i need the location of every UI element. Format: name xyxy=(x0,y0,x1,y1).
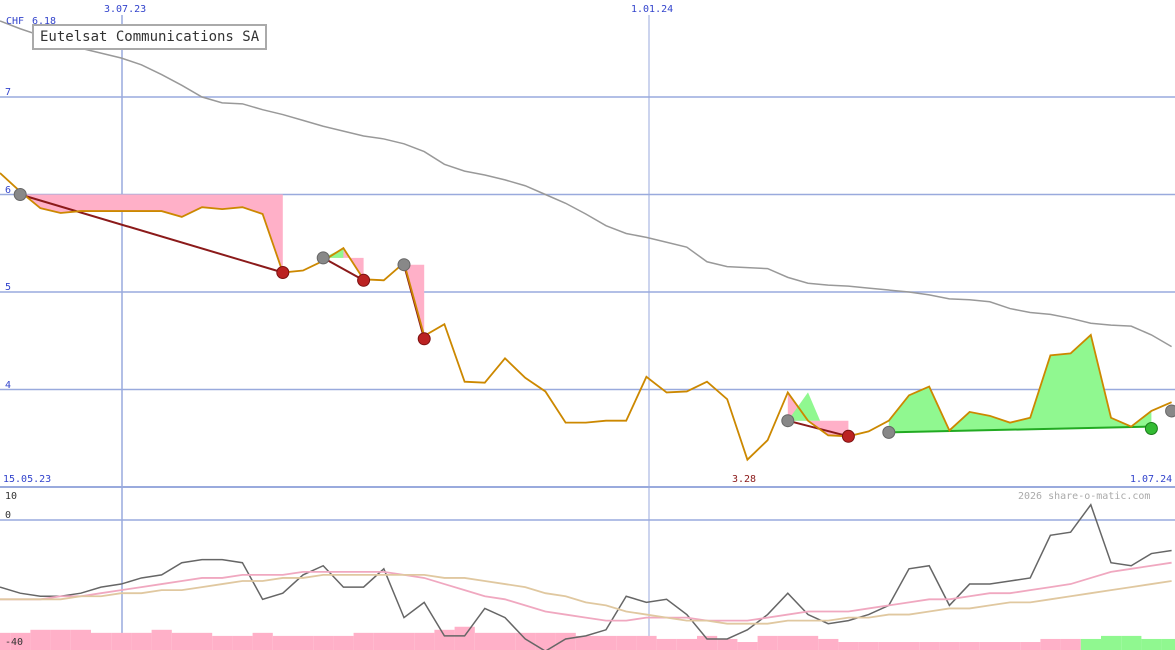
osc-bar-52 xyxy=(1040,638,1061,650)
osc-bar-47 xyxy=(939,642,960,650)
osc-bar-40 xyxy=(798,635,819,650)
osc-bar-24 xyxy=(474,632,495,650)
x-end-label: 1.07.24 xyxy=(1130,474,1172,485)
osc-bar-6 xyxy=(111,632,132,650)
osc-bar-3 xyxy=(50,629,71,650)
osc-bar-56 xyxy=(1121,635,1142,650)
signal-marker-10 xyxy=(1165,404,1175,418)
series-line-moving-average xyxy=(0,20,1172,348)
osc-bar-42 xyxy=(838,642,859,650)
signal-marker-7 xyxy=(841,429,855,443)
low-value-label: 3.28 xyxy=(732,474,756,485)
osc-bar-57 xyxy=(1141,638,1162,650)
price-chart: CHF 6.18 3.07.23 1.01.24 15.05.23 1.07.2… xyxy=(0,4,1175,650)
y-tick-6: 6 xyxy=(5,185,11,196)
osc-bar-48 xyxy=(959,642,980,650)
osc-bar-43 xyxy=(858,642,879,650)
osc-bar-49 xyxy=(979,642,1000,650)
loss-area-1 xyxy=(323,248,364,280)
oscillator-panel xyxy=(0,503,1175,650)
osc-bar-41 xyxy=(818,638,839,650)
osc-bar-14 xyxy=(272,635,293,650)
osc-bar-10 xyxy=(192,632,213,650)
osc-bar-25 xyxy=(495,632,516,650)
osc-bar-15 xyxy=(293,635,314,650)
chart-title: Eutelsat Communications SA xyxy=(32,24,268,50)
osc-bar-34 xyxy=(676,638,697,650)
osc-bar-2 xyxy=(30,629,51,650)
signal-marker-0 xyxy=(13,188,27,201)
osc-bar-50 xyxy=(1000,642,1021,650)
series-lines xyxy=(0,20,1172,462)
osc-bar-8 xyxy=(151,629,172,650)
osc-bar-12 xyxy=(232,635,253,650)
osc-bar-17 xyxy=(333,635,354,650)
osc-tick-0: 0 xyxy=(5,510,11,521)
grid xyxy=(0,15,1175,650)
signal-fills xyxy=(20,191,1152,437)
osc-bar-54 xyxy=(1080,638,1101,650)
osc-tick-minus-40: -40 xyxy=(5,637,23,648)
signal-marker-8 xyxy=(882,425,896,439)
osc-bar-44 xyxy=(878,642,899,650)
osc-bar-23 xyxy=(454,626,475,650)
osc-bar-36 xyxy=(717,638,738,650)
osc-bar-18 xyxy=(353,632,374,650)
osc-bar-9 xyxy=(171,632,192,650)
signal-marker-6 xyxy=(781,414,795,428)
signal-marker-2 xyxy=(316,251,330,265)
osc-bar-19 xyxy=(373,632,394,650)
signal-marker-4 xyxy=(397,258,411,272)
osc-bar-26 xyxy=(515,632,536,650)
osc-bar-33 xyxy=(656,638,677,650)
osc-bar-31 xyxy=(616,635,637,650)
osc-bar-4 xyxy=(70,629,91,650)
signal-marker-9 xyxy=(1144,422,1158,435)
osc-bar-58 xyxy=(1161,638,1175,650)
signal-markers xyxy=(13,188,1175,443)
osc-bar-21 xyxy=(414,632,435,650)
osc-line-0 xyxy=(0,503,1172,650)
osc-bar-20 xyxy=(394,632,415,650)
osc-bar-53 xyxy=(1060,638,1081,650)
osc-bar-11 xyxy=(212,635,233,650)
osc-bar-32 xyxy=(636,635,657,650)
osc-bar-45 xyxy=(899,642,920,650)
osc-bar-51 xyxy=(1020,642,1041,650)
osc-bar-13 xyxy=(252,632,273,650)
y-tick-7: 7 xyxy=(5,87,11,98)
osc-bar-38 xyxy=(757,635,778,650)
osc-bar-39 xyxy=(777,635,798,650)
y-tick-5: 5 xyxy=(5,282,11,293)
currency-label: CHF xyxy=(6,16,24,27)
copyright-label: 2026 share-o-matic.com xyxy=(1018,491,1150,502)
x-tick-top-2: 1.01.24 xyxy=(631,4,673,15)
osc-bar-46 xyxy=(919,642,940,650)
y-tick-4: 4 xyxy=(5,380,11,391)
signal-marker-5 xyxy=(417,332,431,346)
osc-line-1 xyxy=(0,561,1172,622)
osc-bar-37 xyxy=(737,642,758,650)
osc-bar-55 xyxy=(1101,635,1122,650)
signal-marker-1 xyxy=(276,266,290,279)
osc-bar-5 xyxy=(91,632,112,650)
osc-bar-22 xyxy=(434,629,455,650)
osc-bar-16 xyxy=(313,635,334,650)
osc-bar-29 xyxy=(575,635,596,650)
x-start-label: 15.05.23 xyxy=(3,474,51,485)
osc-bar-7 xyxy=(131,632,152,650)
x-tick-top-1: 3.07.23 xyxy=(104,4,146,15)
series-line-price xyxy=(0,172,1172,462)
signal-marker-3 xyxy=(357,273,371,287)
osc-bar-30 xyxy=(596,635,617,650)
osc-bar-28 xyxy=(555,632,576,650)
osc-tick-10: 10 xyxy=(5,491,17,502)
